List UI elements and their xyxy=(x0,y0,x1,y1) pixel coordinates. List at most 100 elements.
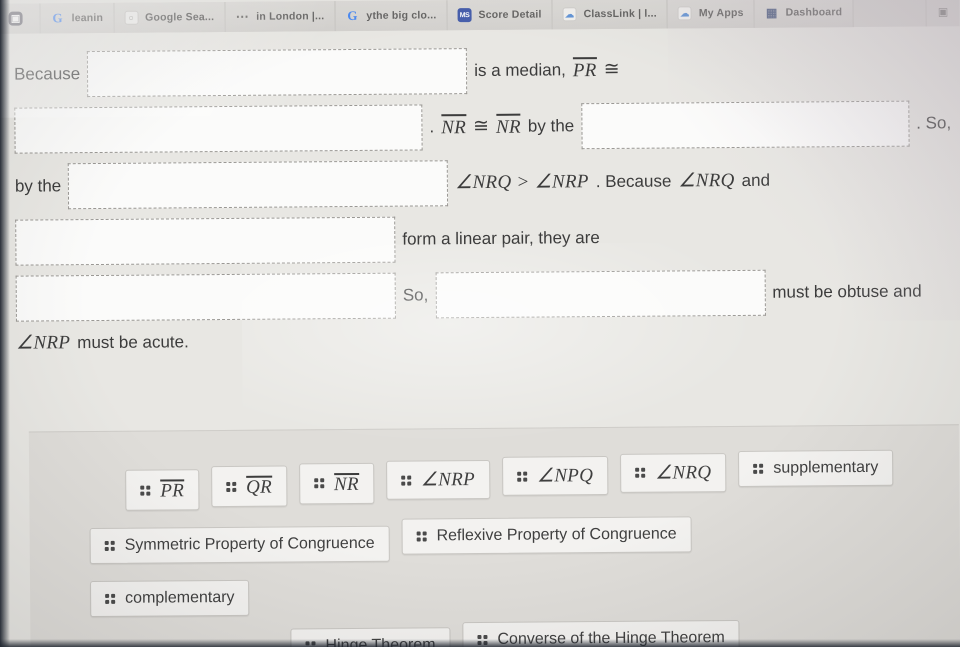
photographed-screen: ▣ G leanin ○ Google Sea... ⋯ in London |… xyxy=(0,0,960,647)
drag-handle-icon[interactable] xyxy=(305,641,316,647)
answer-chip-label: Hinge Theorem xyxy=(325,636,436,647)
drag-handle-icon[interactable] xyxy=(105,593,116,604)
congruent-symbol: ≅ xyxy=(472,115,490,137)
answer-chip-label: complementary xyxy=(125,588,235,607)
angle-inequality: ∠NRQ > ∠NRP xyxy=(455,170,589,194)
proof-worksheet: Because is a median, PR ≅ . NR ≅ NR by t… xyxy=(0,34,952,366)
answer-bank-row: complementary xyxy=(30,564,960,618)
proof-text: form a linear pair, they are xyxy=(402,228,600,249)
answer-chip-label: ∠NRQ xyxy=(655,461,712,484)
blank-slot-3[interactable] xyxy=(581,100,910,150)
segment-pr: PR xyxy=(573,57,597,83)
geogebra-icon: ⋯ xyxy=(235,8,249,24)
answer-chip-reflexive-property[interactable]: Reflexive Property of Congruence xyxy=(401,516,692,555)
tab-overflow-button[interactable]: ▣ xyxy=(925,0,960,27)
browser-tab-score-detail[interactable]: MS Score Detail xyxy=(447,0,553,31)
proof-line-5: So, must be obtuse and xyxy=(15,268,938,322)
answer-bank-row: Symmetric Property of Congruence Reflexi… xyxy=(30,513,960,565)
answer-chip-angle-nrq[interactable]: ∠NRQ xyxy=(620,452,727,493)
browser-tab-my-apps[interactable]: ☁ My Apps xyxy=(667,0,755,29)
app-icon: ▣ xyxy=(8,11,23,26)
answer-chip-symmetric-property[interactable]: Symmetric Property of Congruence xyxy=(89,525,390,565)
answer-chip-hinge-theorem[interactable]: Hinge Theorem xyxy=(290,627,451,647)
drag-handle-icon[interactable] xyxy=(635,467,646,478)
browser-tab-classlink[interactable]: ☁ ClassLink | l... xyxy=(552,0,668,30)
proof-text: . So, xyxy=(916,113,952,133)
proof-text: and xyxy=(741,170,771,191)
angle-nrp: ∠NRP xyxy=(16,332,71,354)
proof-text: So, xyxy=(402,285,429,305)
tab-title: in London |... xyxy=(256,10,325,23)
browser-tab-strip: ▣ G leanin ○ Google Sea... ⋯ in London |… xyxy=(0,0,960,34)
answer-chip-segment-qr[interactable]: QR xyxy=(210,465,288,508)
answer-chip-label: QR xyxy=(246,476,273,498)
answer-chip-segment-pr[interactable]: PR xyxy=(125,469,200,511)
browser-tab-google-search[interactable]: ○ Google Sea... xyxy=(114,1,226,33)
drag-handle-icon[interactable] xyxy=(226,481,237,492)
drag-handle-icon[interactable] xyxy=(416,531,427,542)
blank-slot-6[interactable] xyxy=(15,272,396,322)
tab-title: Google Sea... xyxy=(145,11,215,24)
segment-nr: NR xyxy=(441,114,466,141)
browser-tab-app[interactable]: ▣ xyxy=(0,3,41,34)
answer-bank-row: Hinge Theorem Converse of the Hinge Theo… xyxy=(30,617,960,647)
proof-line-2: . NR ≅ NR by the . So, xyxy=(14,100,951,154)
blank-slot-2[interactable] xyxy=(14,104,423,154)
score-icon: MS xyxy=(457,8,472,23)
answer-chip-segment-nr[interactable]: NR xyxy=(298,462,375,504)
dashboard-icon: ▦ xyxy=(765,5,778,20)
blank-slot-1[interactable] xyxy=(87,48,468,98)
screen-surface: ▣ G leanin ○ Google Sea... ⋯ in London |… xyxy=(0,0,960,647)
answer-chip-label: NR xyxy=(333,473,359,495)
proof-line-3: by the ∠NRQ > ∠NRP . Because ∠NRQ and xyxy=(14,156,937,210)
drag-handle-icon[interactable] xyxy=(477,634,488,645)
segment-nr: NR xyxy=(496,114,521,141)
blank-page-icon: ○ xyxy=(124,10,139,25)
browser-tab-ythe-big-clock[interactable]: G ythe big clo... xyxy=(335,0,448,32)
proof-text: must be acute. xyxy=(77,332,189,353)
tab-title: Score Detail xyxy=(478,8,542,22)
tab-title: leanin xyxy=(71,11,104,25)
blank-slot-4[interactable] xyxy=(68,160,449,210)
tab-title: My Apps xyxy=(698,6,744,20)
tab-title: ClassLink | l... xyxy=(583,7,657,21)
answer-chip-label: supplementary xyxy=(773,458,879,477)
drag-handle-icon[interactable] xyxy=(516,471,528,482)
answer-chip-label: ∠NRP xyxy=(420,469,476,491)
drag-handle-icon[interactable] xyxy=(753,463,764,474)
blank-slot-5[interactable] xyxy=(15,216,396,266)
answer-chip-label: Reflexive Property of Congruence xyxy=(436,525,677,545)
answer-chip-supplementary[interactable]: supplementary xyxy=(738,449,894,487)
answer-chip-complementary[interactable]: complementary xyxy=(90,579,250,618)
congruent-symbol: ≅ xyxy=(603,58,620,80)
answer-chip-label: ∠NPQ xyxy=(536,465,594,487)
proof-line-4: form a linear pair, they are xyxy=(15,212,937,266)
answer-chip-angle-npq[interactable]: ∠NPQ xyxy=(501,456,609,496)
answer-chip-angle-nrp[interactable]: ∠NRP xyxy=(385,459,491,500)
tab-title: ythe big clo... xyxy=(366,9,437,22)
proof-text: is a median, xyxy=(474,60,566,81)
proof-line-6: ∠NRP must be acute. xyxy=(16,324,938,356)
blank-slot-7[interactable] xyxy=(435,269,766,319)
browser-tab-dashboard[interactable]: ▦ Dashboard xyxy=(754,0,854,28)
drag-handle-icon[interactable] xyxy=(104,540,115,551)
drag-handle-icon[interactable] xyxy=(140,485,151,496)
answer-chip-label: Converse of the Hinge Theorem xyxy=(497,628,725,647)
google-icon: G xyxy=(52,10,63,26)
tab-title: Dashboard xyxy=(785,6,843,19)
proof-text: by the xyxy=(527,116,575,136)
proof-text: must be obtuse and xyxy=(772,281,922,302)
proof-text: Because xyxy=(13,64,81,84)
drag-handle-icon[interactable] xyxy=(400,475,411,486)
answer-chip-label: Symmetric Property of Congruence xyxy=(124,534,375,554)
classlink-icon: ☁ xyxy=(677,6,692,21)
answer-bank: PR QR NR ∠NRP ∠NPQ ∠NRQ supplementary Sy… xyxy=(28,424,960,647)
answer-chip-converse-hinge-theorem[interactable]: Converse of the Hinge Theorem xyxy=(462,619,740,647)
browser-tab-in-london[interactable]: ⋯ in London |... xyxy=(225,1,336,32)
google-icon: G xyxy=(347,7,358,24)
proof-text: by the xyxy=(14,176,62,196)
proof-line-1: Because is a median, PR ≅ xyxy=(13,44,936,98)
drag-handle-icon[interactable] xyxy=(313,478,325,489)
browser-tab-leaning[interactable]: G leanin xyxy=(40,2,115,34)
classlink-icon: ☁ xyxy=(562,7,577,22)
